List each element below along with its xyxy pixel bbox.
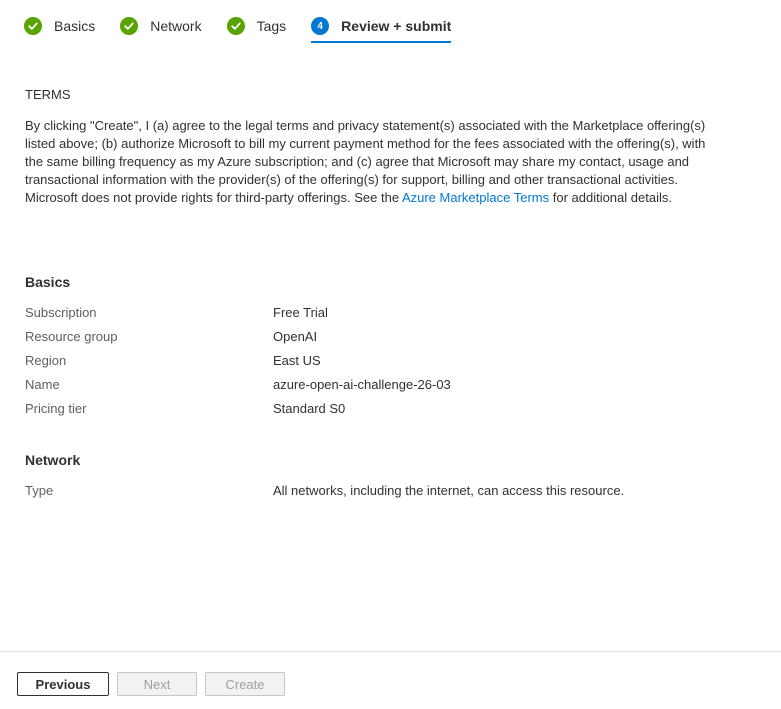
row-label: Pricing tier: [25, 400, 87, 416]
row-label: Name: [25, 376, 60, 392]
row-label: Resource group: [25, 328, 118, 344]
row-label: Type: [25, 482, 54, 498]
next-button: Next: [117, 672, 197, 696]
create-button: Create: [205, 672, 285, 696]
footer-divider: [0, 651, 781, 652]
azure-marketplace-terms-link[interactable]: Azure Marketplace Terms: [402, 190, 549, 205]
check-icon: [24, 17, 42, 35]
row-label: Region: [25, 352, 67, 368]
row-value: OpenAI: [273, 328, 318, 344]
wizard-steps: Basics Network Tags 4 Review + submit: [24, 14, 476, 44]
step-network[interactable]: Network: [120, 14, 202, 38]
summary-row-network-type: Type All networks, including the interne…: [25, 478, 725, 502]
step-tags[interactable]: Tags: [226, 14, 287, 38]
step-label: Tags: [256, 18, 287, 34]
check-icon: [120, 17, 139, 35]
step-number-badge: 4: [311, 17, 330, 35]
row-label: Subscription: [25, 304, 97, 320]
row-value: East US: [273, 352, 321, 368]
step-basics[interactable]: Basics: [24, 14, 95, 38]
terms-text: By clicking "Create", I (a) agree to the…: [25, 117, 715, 207]
summary-row-pricing-tier: Pricing tier Standard S0: [25, 396, 725, 420]
terms-text-after-link: for additional details.: [549, 190, 672, 205]
summary-row-region: Region East US: [25, 348, 725, 372]
step-review-submit[interactable]: 4 Review + submit: [311, 14, 452, 43]
previous-button[interactable]: Previous: [17, 672, 109, 696]
row-value: All networks, including the internet, ca…: [273, 482, 625, 498]
summary-row-name: Name azure-open-ai-challenge-26-03: [25, 372, 725, 396]
step-label: Network: [150, 18, 202, 34]
basics-section-title: Basics: [25, 274, 71, 290]
check-icon: [226, 17, 245, 35]
network-section-title: Network: [25, 452, 81, 468]
summary-row-subscription: Subscription Free Trial: [25, 300, 725, 324]
terms-heading: TERMS: [25, 87, 71, 102]
step-label: Basics: [54, 18, 96, 34]
step-label: Review + submit: [341, 18, 452, 34]
row-value: Free Trial: [273, 304, 328, 320]
row-value: Standard S0: [273, 400, 346, 416]
summary-row-resource-group: Resource group OpenAI: [25, 324, 725, 348]
row-value: azure-open-ai-challenge-26-03: [273, 376, 451, 392]
